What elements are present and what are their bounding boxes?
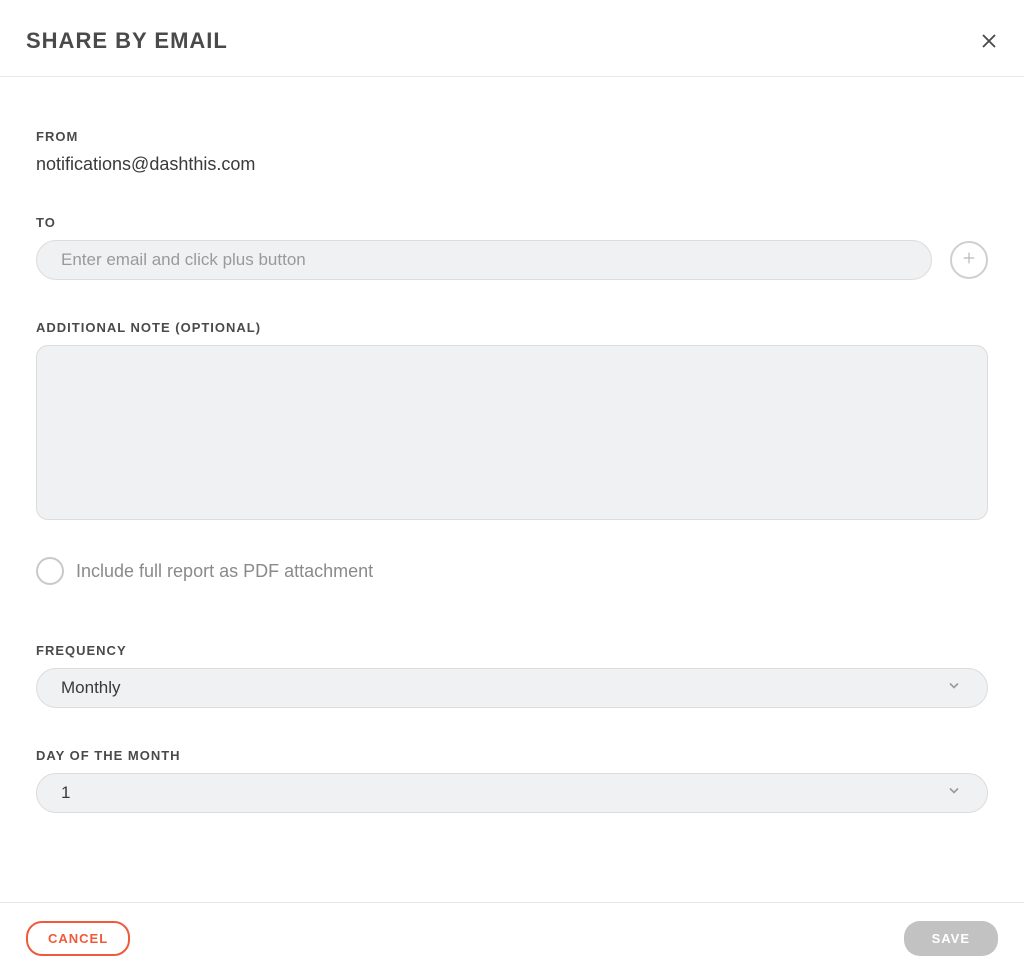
frequency-label: FREQUENCY [36, 643, 988, 658]
save-button[interactable]: SAVE [904, 921, 998, 956]
day-select[interactable]: 1 [36, 773, 988, 813]
frequency-value: Monthly [61, 678, 121, 698]
additional-note-input[interactable] [36, 345, 988, 520]
day-select-wrapper: 1 [36, 773, 988, 813]
note-label: ADDITIONAL NOTE (OPTIONAL) [36, 320, 988, 335]
from-email: notifications@dashthis.com [36, 154, 988, 175]
to-row [36, 240, 988, 280]
modal-header: SHARE BY EMAIL [0, 0, 1024, 77]
add-email-button[interactable] [950, 241, 988, 279]
from-label: FROM [36, 129, 988, 144]
close-icon[interactable] [980, 32, 998, 50]
frequency-select[interactable]: Monthly [36, 668, 988, 708]
to-label: TO [36, 215, 988, 230]
include-pdf-checkbox[interactable] [36, 557, 64, 585]
day-label: DAY OF THE MONTH [36, 748, 988, 763]
pdf-checkbox-row: Include full report as PDF attachment [36, 557, 988, 585]
frequency-select-wrapper: Monthly [36, 668, 988, 708]
to-email-input[interactable] [36, 240, 932, 280]
include-pdf-label: Include full report as PDF attachment [76, 561, 373, 582]
form-content: FROM notifications@dashthis.com TO ADDIT… [0, 77, 1024, 813]
day-value: 1 [61, 783, 70, 803]
modal-title: SHARE BY EMAIL [26, 28, 228, 54]
cancel-button[interactable]: CANCEL [26, 921, 130, 956]
plus-icon [961, 250, 977, 271]
modal-footer: CANCEL SAVE [0, 902, 1024, 974]
